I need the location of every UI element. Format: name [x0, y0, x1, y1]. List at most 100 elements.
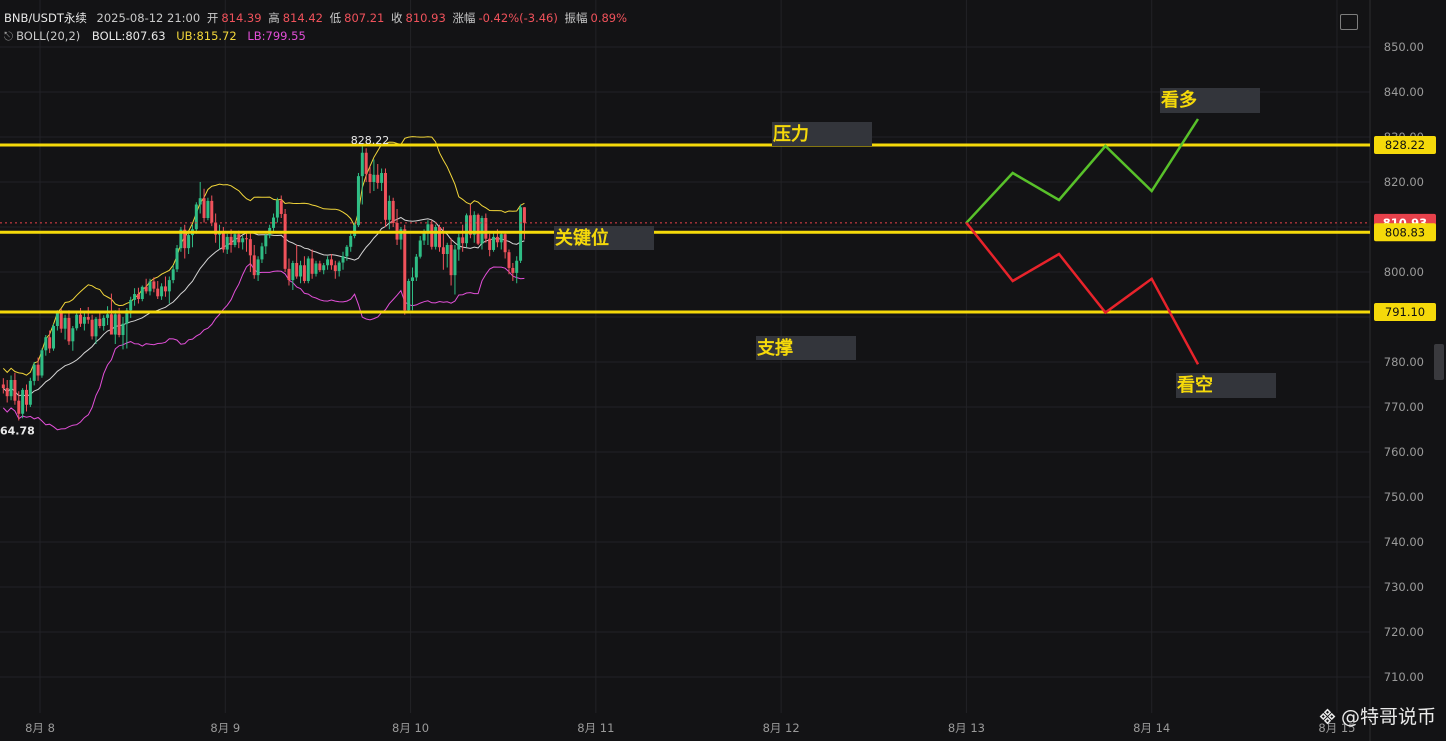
candle-body[interactable] [59, 312, 63, 329]
candle-body[interactable] [171, 269, 175, 281]
candle-body[interactable] [380, 173, 384, 183]
candle-body[interactable] [71, 328, 75, 342]
candle-body[interactable] [360, 152, 364, 177]
candle-body[interactable] [507, 252, 511, 268]
candle-body[interactable] [422, 233, 426, 241]
candle-body[interactable] [299, 265, 303, 277]
candle-body[interactable] [438, 227, 442, 248]
candle-body[interactable] [79, 314, 83, 324]
candle-body[interactable] [522, 207, 526, 223]
candle-body[interactable] [453, 249, 457, 276]
candle-body[interactable] [144, 286, 148, 292]
candle-body[interactable] [229, 236, 233, 245]
candle-body[interactable] [187, 235, 191, 249]
candle-body[interactable] [225, 236, 229, 250]
candle-body[interactable] [349, 236, 353, 247]
candle-body[interactable] [9, 380, 13, 397]
candle-body[interactable] [106, 314, 110, 318]
candle-body[interactable] [160, 286, 164, 297]
candle-body[interactable] [32, 364, 36, 381]
candle-body[interactable] [194, 204, 198, 230]
candle-body[interactable] [113, 314, 117, 335]
candle-body[interactable] [457, 237, 461, 250]
candle-body[interactable] [121, 323, 125, 335]
candle-body[interactable] [302, 265, 306, 281]
candle-body[interactable] [44, 337, 48, 351]
candle-body[interactable] [391, 200, 395, 223]
candle-body[interactable] [410, 277, 414, 281]
candle-body[interactable] [329, 259, 333, 266]
candle-body[interactable] [17, 400, 21, 414]
candle-body[interactable] [434, 227, 438, 247]
candle-body[interactable] [387, 200, 391, 220]
candle-body[interactable] [310, 258, 314, 274]
candle-body[interactable] [55, 312, 59, 326]
candle-body[interactable] [465, 215, 469, 244]
candle-body[interactable] [86, 317, 90, 320]
candle-body[interactable] [175, 248, 179, 270]
candle-body[interactable] [275, 200, 279, 218]
candle-body[interactable] [364, 152, 368, 174]
candle-body[interactable] [109, 314, 113, 335]
fullscreen-icon[interactable] [1340, 14, 1358, 30]
candle-body[interactable] [98, 318, 102, 326]
candle-body[interactable] [383, 173, 387, 220]
candle-body[interactable] [403, 229, 407, 311]
candle-body[interactable] [407, 281, 411, 311]
candle-body[interactable] [264, 235, 268, 247]
candle-body[interactable] [337, 262, 341, 272]
candle-body[interactable] [156, 288, 160, 297]
candle-body[interactable] [233, 234, 237, 245]
candle-body[interactable] [353, 225, 357, 236]
candle-body[interactable] [515, 260, 519, 273]
candle-body[interactable] [24, 389, 28, 405]
candle-body[interactable] [376, 174, 380, 183]
candle-body[interactable] [13, 380, 17, 401]
candle-body[interactable] [418, 240, 422, 257]
candle-body[interactable] [279, 200, 283, 214]
candle-body[interactable] [36, 364, 40, 376]
candle-body[interactable] [256, 259, 260, 276]
candle-body[interactable] [484, 218, 488, 239]
candle-body[interactable] [28, 380, 32, 405]
candle-body[interactable] [48, 337, 52, 349]
candle-body[interactable] [40, 350, 44, 376]
candle-body[interactable] [476, 214, 480, 244]
candle-body[interactable] [345, 246, 349, 257]
candle-body[interactable] [314, 263, 318, 274]
candle-body[interactable] [202, 198, 206, 218]
candle-body[interactable] [136, 294, 140, 299]
candle-body[interactable] [133, 294, 137, 300]
candle-body[interactable] [503, 234, 507, 253]
candle-body[interactable] [291, 263, 295, 281]
candle-body[interactable] [322, 265, 326, 271]
candle-body[interactable] [221, 231, 225, 250]
candle-body[interactable] [210, 200, 214, 223]
candle-body[interactable] [356, 176, 360, 226]
candle-body[interactable] [163, 286, 167, 292]
candle-body[interactable] [441, 247, 445, 254]
candle-body[interactable] [519, 207, 523, 261]
candle-body[interactable] [167, 280, 171, 292]
candle-body[interactable] [67, 317, 71, 342]
panel-collapse-icon[interactable] [1434, 344, 1444, 380]
candle-body[interactable] [495, 236, 499, 243]
candle-body[interactable] [102, 317, 106, 326]
candle-body[interactable] [248, 239, 252, 256]
candle-body[interactable] [206, 200, 210, 218]
candle-body[interactable] [245, 238, 249, 240]
indicator-legend[interactable]: ⎋ BOLL(20,2) BOLL:807.63 UB:815.72 LB:799… [4, 29, 309, 44]
candle-body[interactable] [499, 234, 503, 243]
candle-body[interactable] [306, 258, 310, 282]
candle-body[interactable] [333, 265, 337, 272]
candle-body[interactable] [272, 217, 276, 228]
candle-body[interactable] [449, 245, 453, 276]
candle-body[interactable] [445, 245, 449, 254]
candle-body[interactable] [241, 238, 245, 243]
candle-body[interactable] [237, 234, 241, 243]
candle-body[interactable] [129, 299, 133, 311]
candle-body[interactable] [140, 286, 144, 299]
candle-body[interactable] [368, 173, 372, 182]
candle-body[interactable] [430, 224, 434, 247]
candle-body[interactable] [511, 267, 515, 273]
